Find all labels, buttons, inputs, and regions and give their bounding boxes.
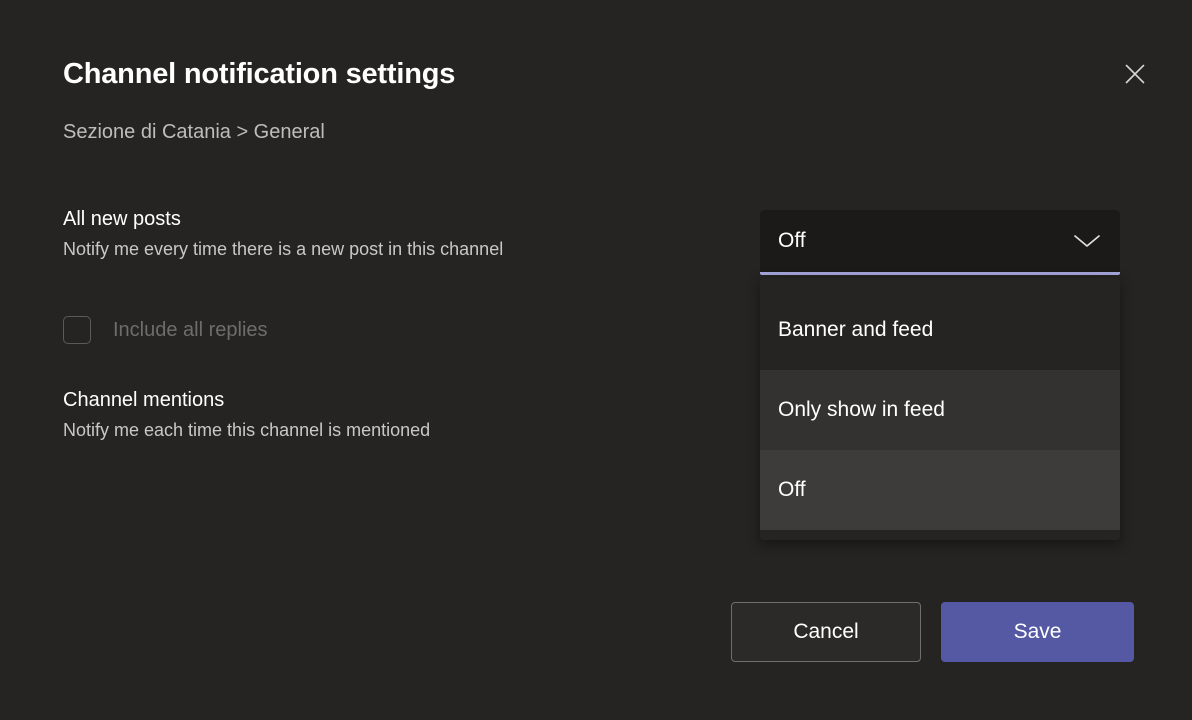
dropdown-selected-value: Off — [778, 229, 806, 252]
dropdown-listbox: Banner and feed Only show in feed Off — [760, 278, 1120, 540]
page-title: Channel notification settings — [63, 58, 456, 90]
dropdown-option-off[interactable]: Off — [760, 450, 1120, 530]
close-icon — [1124, 63, 1146, 85]
include-all-replies-checkbox[interactable] — [63, 316, 91, 344]
dropdown-option-label: Banner and feed — [778, 318, 934, 341]
include-all-replies-label: Include all replies — [113, 318, 268, 341]
setting-description: Notify me every time there is a new post… — [63, 239, 504, 259]
save-button[interactable]: Save — [941, 602, 1134, 662]
chevron-down-icon[interactable] — [1072, 232, 1102, 250]
all-new-posts-dropdown[interactable]: Off — [760, 210, 1120, 275]
dropdown-option-label: Off — [778, 478, 806, 501]
cancel-button[interactable]: Cancel — [731, 602, 921, 662]
setting-title: Channel mentions — [63, 389, 225, 411]
dropdown-option-only-show-in-feed[interactable]: Only show in feed — [760, 370, 1120, 450]
dropdown-option-label: Only show in feed — [778, 398, 945, 421]
setting-title: All new posts — [63, 208, 181, 230]
breadcrumb: Sezione di Catania > General — [63, 121, 325, 143]
channel-notification-settings-dialog: Channel notification settings Sezione di… — [0, 0, 1192, 720]
setting-channel-mentions: Channel mentions Notify me each time thi… — [63, 387, 430, 443]
setting-description: Notify me each time this channel is ment… — [63, 420, 431, 440]
close-button[interactable] — [1117, 56, 1153, 92]
cancel-button-label: Cancel — [793, 620, 859, 643]
save-button-label: Save — [1013, 620, 1062, 643]
include-all-replies-row[interactable]: Include all replies — [63, 313, 268, 347]
dropdown-option-banner-and-feed[interactable]: Banner and feed — [760, 290, 1120, 370]
setting-all-new-posts: All new posts Notify me every time there… — [63, 206, 503, 262]
